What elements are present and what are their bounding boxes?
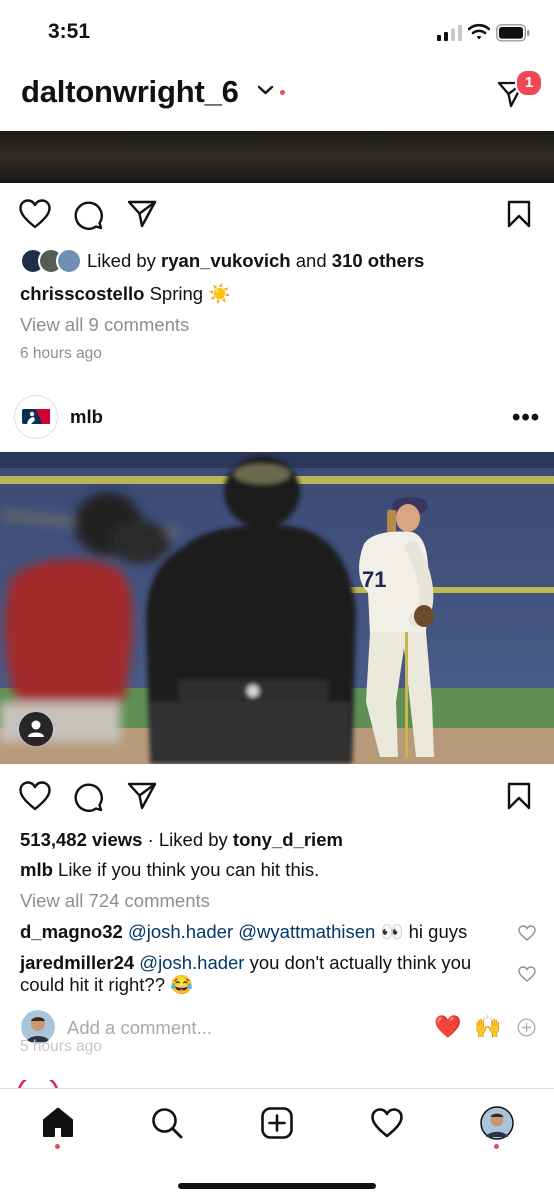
liked-by-others[interactable]: 310 others	[332, 250, 425, 271]
more-options-icon[interactable]: •••	[512, 404, 540, 432]
sun-emoji: ☀️	[208, 283, 232, 304]
eyes-emoji: 👀	[380, 921, 404, 942]
post-timestamp: 5 hours ago	[20, 1038, 102, 1055]
liked-by-prefix: Liked by	[158, 829, 228, 850]
like-heart-icon[interactable]	[19, 781, 51, 811]
comment-row: d_magno32 @josh.hader @wyattmathisen 👀 h…	[20, 921, 500, 943]
baseball-scene-illustration: 71	[0, 452, 554, 764]
like-heart-icon[interactable]	[19, 199, 51, 229]
account-notification-dot	[280, 90, 285, 95]
status-bar: 3:51	[0, 0, 554, 62]
views-and-likes: 513,482 views · Liked by tony_d_riem	[20, 829, 343, 851]
wifi-icon	[468, 23, 490, 40]
caption-text: Spring	[149, 283, 204, 304]
status-time: 3:51	[48, 20, 91, 43]
share-paper-plane-icon[interactable]	[127, 782, 157, 810]
comment-row: jaredmiller24 @josh.hader you don't actu…	[20, 952, 510, 996]
caption-text: Like if you think you can hit this.	[58, 859, 320, 880]
quick-reaction-heart[interactable]: ❤️	[434, 1014, 461, 1040]
avatar	[56, 248, 82, 274]
liked-by-user[interactable]: ryan_vukovich	[161, 250, 291, 271]
post-caption: chrisscostello Spring ☀️	[20, 283, 231, 305]
view-all-comments-link[interactable]: View all 724 comments	[20, 890, 210, 912]
comment-mentions[interactable]: @josh.hader @wyattmathisen	[128, 921, 375, 942]
comment-text: hi guys	[408, 921, 468, 942]
comment-username[interactable]: d_magno32	[20, 921, 123, 942]
jersey-number: 71	[362, 567, 386, 592]
liked-by-avatars	[20, 248, 82, 274]
cellular-signal-icon	[437, 25, 462, 41]
comment-like-heart-icon[interactable]	[518, 966, 536, 982]
search-icon[interactable]	[151, 1107, 183, 1139]
home-notification-dot	[55, 1144, 60, 1149]
add-emoji-icon[interactable]	[517, 1018, 536, 1037]
caption-username[interactable]: chrisscostello	[20, 283, 144, 304]
share-paper-plane-icon[interactable]	[127, 200, 157, 228]
liked-by-prefix: Liked by	[87, 250, 156, 271]
comment-like-heart-icon[interactable]	[518, 925, 536, 941]
direct-badge: 1	[515, 69, 543, 97]
post-image-partial[interactable]	[0, 131, 554, 183]
account-username[interactable]: daltonwright_6	[21, 74, 239, 110]
comment-bubble-icon[interactable]	[73, 200, 103, 230]
liked-by-text[interactable]: Liked by ryan_vukovich and 310 others	[87, 250, 424, 272]
home-indicator	[178, 1183, 376, 1189]
mlb-avatar[interactable]	[14, 395, 58, 439]
bookmark-icon[interactable]	[507, 200, 531, 228]
view-all-comments-link[interactable]: View all 9 comments	[20, 314, 189, 336]
person-icon	[28, 720, 44, 737]
post-video[interactable]: 71	[0, 452, 554, 764]
view-count[interactable]: 513,482 views	[20, 829, 142, 850]
comment-bubble-icon[interactable]	[73, 782, 103, 812]
battery-icon	[496, 24, 530, 42]
post-timestamp: 6 hours ago	[20, 345, 102, 362]
profile-notification-dot	[494, 1144, 499, 1149]
comment-username[interactable]: jaredmiller24	[20, 952, 134, 973]
bookmark-icon[interactable]	[507, 782, 531, 810]
activity-heart-icon[interactable]	[371, 1108, 403, 1138]
add-comment-input[interactable]: Add a comment...	[67, 1017, 212, 1039]
home-icon[interactable]	[42, 1107, 74, 1137]
chevron-down-icon[interactable]	[257, 84, 274, 96]
new-post-icon[interactable]	[261, 1107, 293, 1139]
laughing-emoji: 😂	[170, 974, 194, 995]
profile-avatar[interactable]	[480, 1106, 514, 1140]
tagged-people-button[interactable]	[19, 712, 53, 746]
post-caption: mlb Like if you think you can hit this.	[20, 859, 319, 881]
mlb-logo-icon	[22, 409, 50, 424]
caption-username[interactable]: mlb	[20, 859, 53, 880]
separator-dot: ·	[147, 829, 154, 850]
post-author-username[interactable]: mlb	[70, 406, 103, 428]
comment-mentions[interactable]: @josh.hader	[139, 952, 244, 973]
liked-by-user[interactable]: tony_d_riem	[233, 829, 343, 850]
liked-by-and: and	[295, 250, 327, 271]
quick-reaction-raised-hands[interactable]: 🙌	[474, 1014, 501, 1040]
